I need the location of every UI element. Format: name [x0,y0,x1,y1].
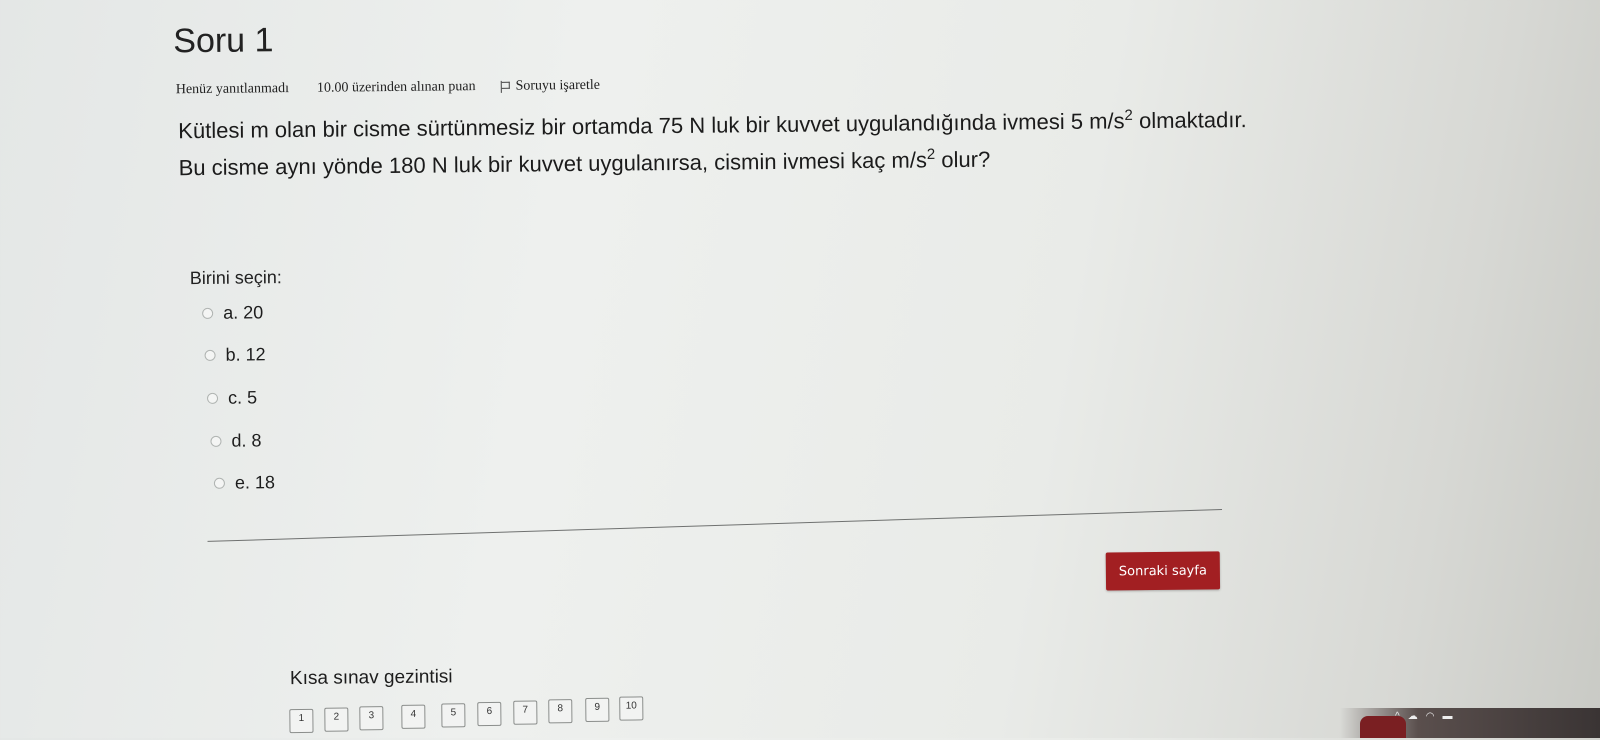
answer-option-c[interactable]: c. 5 [206,387,258,409]
question-text-part-3: olur? [935,146,991,173]
answer-option-label: a. 20 [223,302,264,323]
answer-option-d[interactable]: d. 8 [210,430,262,452]
answer-option-label: b. 12 [225,344,266,365]
question-status: Henüz yanıtlanmadı [175,81,290,98]
question-points: 10.00 üzerinden alınan puan [316,79,476,96]
flag-question-link[interactable]: Soruyu işaretle [499,78,600,95]
cloud-icon: ☁ [1407,711,1418,722]
quiz-nav-page[interactable]: 5 [441,703,466,728]
quiz-nav-page[interactable]: 1 [289,708,314,734]
quiz-nav-page[interactable]: 9 [585,697,610,722]
section-divider [207,509,1223,542]
radio-icon[interactable] [202,307,214,319]
answer-option-b[interactable]: b. 12 [204,344,266,366]
flag-icon [499,81,509,93]
answer-option-a[interactable]: a. 20 [202,302,263,324]
question-title: Soru 1 [173,21,274,61]
flag-question-label: Soruyu işaretle [515,77,600,94]
superscript-1: 2 [1124,106,1133,124]
chevron-up-icon[interactable]: ^ [1395,711,1400,722]
battery-icon: ▬ [1442,711,1453,722]
radio-icon[interactable] [210,435,222,447]
quiz-nav-page[interactable]: 2 [324,707,349,732]
next-page-button[interactable]: Sonraki sayfa [1105,551,1221,591]
quiz-nav-page[interactable]: 7 [513,700,538,725]
radio-icon[interactable] [206,392,219,404]
quiz-nav-page[interactable]: 6 [477,701,502,727]
wifi-icon: ◠ [1425,711,1435,722]
question-text-part-1: Kütlesi m olan bir cisme sürtünmesiz bir… [178,108,1125,144]
answer-option-e[interactable]: e. 18 [213,472,276,494]
quiz-nav-page[interactable]: 10 [619,696,644,721]
quiz-page: Soru 1 Henüz yanıtlanmadı 10.00 üzerinde… [0,0,1600,740]
superscript-2: 2 [926,145,936,164]
question-info: Henüz yanıtlanmadı 10.00 üzerinden alına… [176,78,600,98]
radio-icon[interactable] [204,349,216,361]
system-tray: ^ ☁ ◠ ▬ [1395,711,1452,722]
quiz-navigation-title: Kısa sınav gezintisi [289,666,453,690]
answer-option-label: d. 8 [231,430,262,451]
question-text: Kütlesi m olan bir cisme sürtünmesiz bir… [178,101,1269,186]
quiz-nav-page[interactable]: 3 [359,706,384,731]
answer-option-label: e. 18 [234,472,276,493]
answer-option-label: c. 5 [227,387,258,408]
choose-one-label: Birini seçin: [189,267,282,289]
quiz-nav-page[interactable]: 4 [401,704,426,729]
radio-icon[interactable] [213,477,225,489]
quiz-nav-page[interactable]: 8 [548,699,573,724]
